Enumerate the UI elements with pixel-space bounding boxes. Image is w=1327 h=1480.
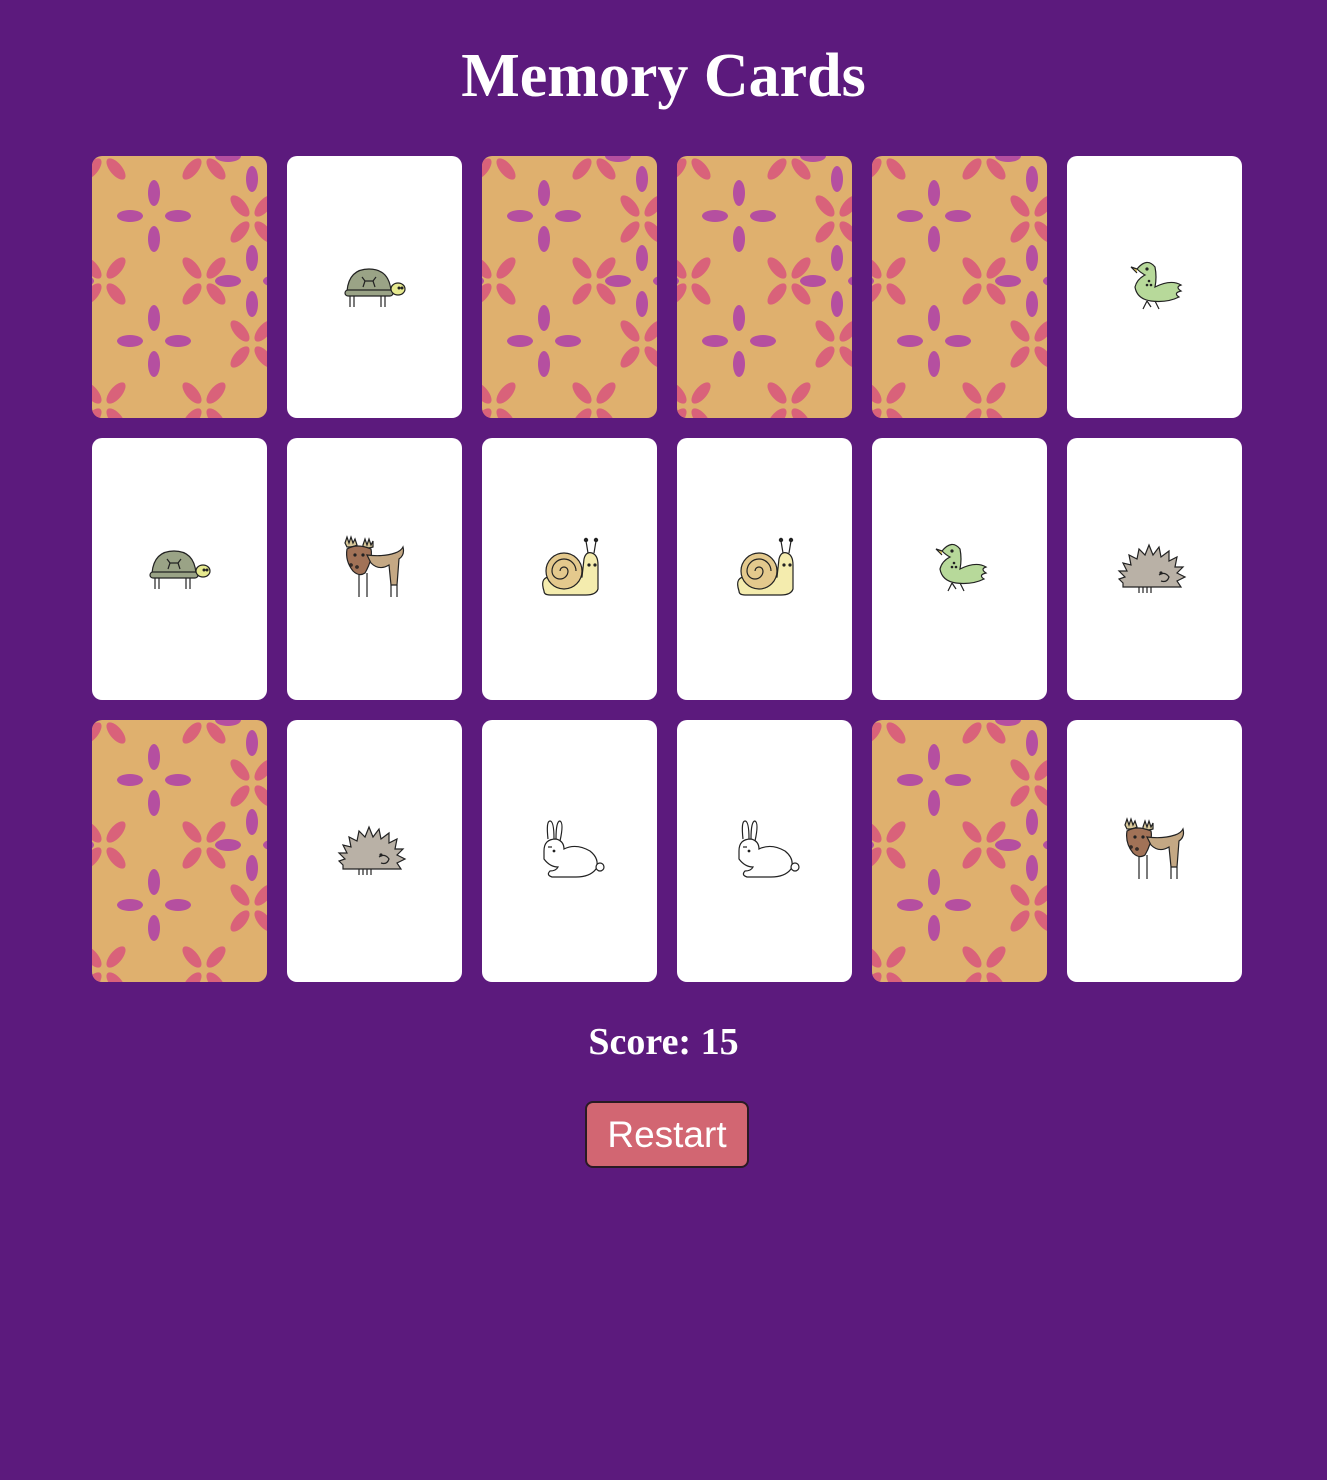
hedgehog-icon [1117, 543, 1186, 593]
card-rabbit[interactable] [482, 720, 657, 982]
moose-icon [1123, 817, 1184, 879]
score-display: Score: 15 [588, 1021, 739, 1063]
card-grid [92, 156, 1242, 982]
card-back-pattern [872, 156, 1047, 418]
card-hedgehog[interactable] [1067, 438, 1242, 700]
card-back-pattern [677, 156, 852, 418]
card-turtle[interactable] [287, 156, 462, 418]
card-moose[interactable] [1067, 720, 1242, 982]
card-face-down[interactable] [482, 156, 657, 418]
bird-icon [1130, 261, 1182, 310]
card-moose[interactable] [287, 438, 462, 700]
restart-button[interactable]: Restart [585, 1101, 749, 1168]
card-back-pattern [92, 156, 267, 418]
rabbit-icon [737, 820, 800, 878]
snail-icon [541, 537, 599, 596]
hedgehog-icon [337, 825, 406, 875]
card-turtle[interactable] [92, 438, 267, 700]
bird-icon [935, 543, 987, 592]
card-snail[interactable] [482, 438, 657, 700]
card-back-pattern [482, 156, 657, 418]
card-hedgehog[interactable] [287, 720, 462, 982]
card-face-down[interactable] [677, 156, 852, 418]
moose-icon [343, 535, 404, 597]
card-bird[interactable] [1067, 156, 1242, 418]
card-rabbit[interactable] [677, 720, 852, 982]
snail-icon [736, 537, 794, 596]
card-snail[interactable] [677, 438, 852, 700]
turtle-icon [343, 268, 406, 307]
card-face-down[interactable] [92, 156, 267, 418]
rabbit-icon [542, 820, 605, 878]
card-back-pattern [92, 720, 267, 982]
card-bird[interactable] [872, 438, 1047, 700]
turtle-icon [148, 550, 211, 589]
card-face-down[interactable] [92, 720, 267, 982]
card-face-down[interactable] [872, 156, 1047, 418]
card-back-pattern [872, 720, 1047, 982]
card-face-down[interactable] [872, 720, 1047, 982]
page-title: Memory Cards [461, 42, 866, 110]
